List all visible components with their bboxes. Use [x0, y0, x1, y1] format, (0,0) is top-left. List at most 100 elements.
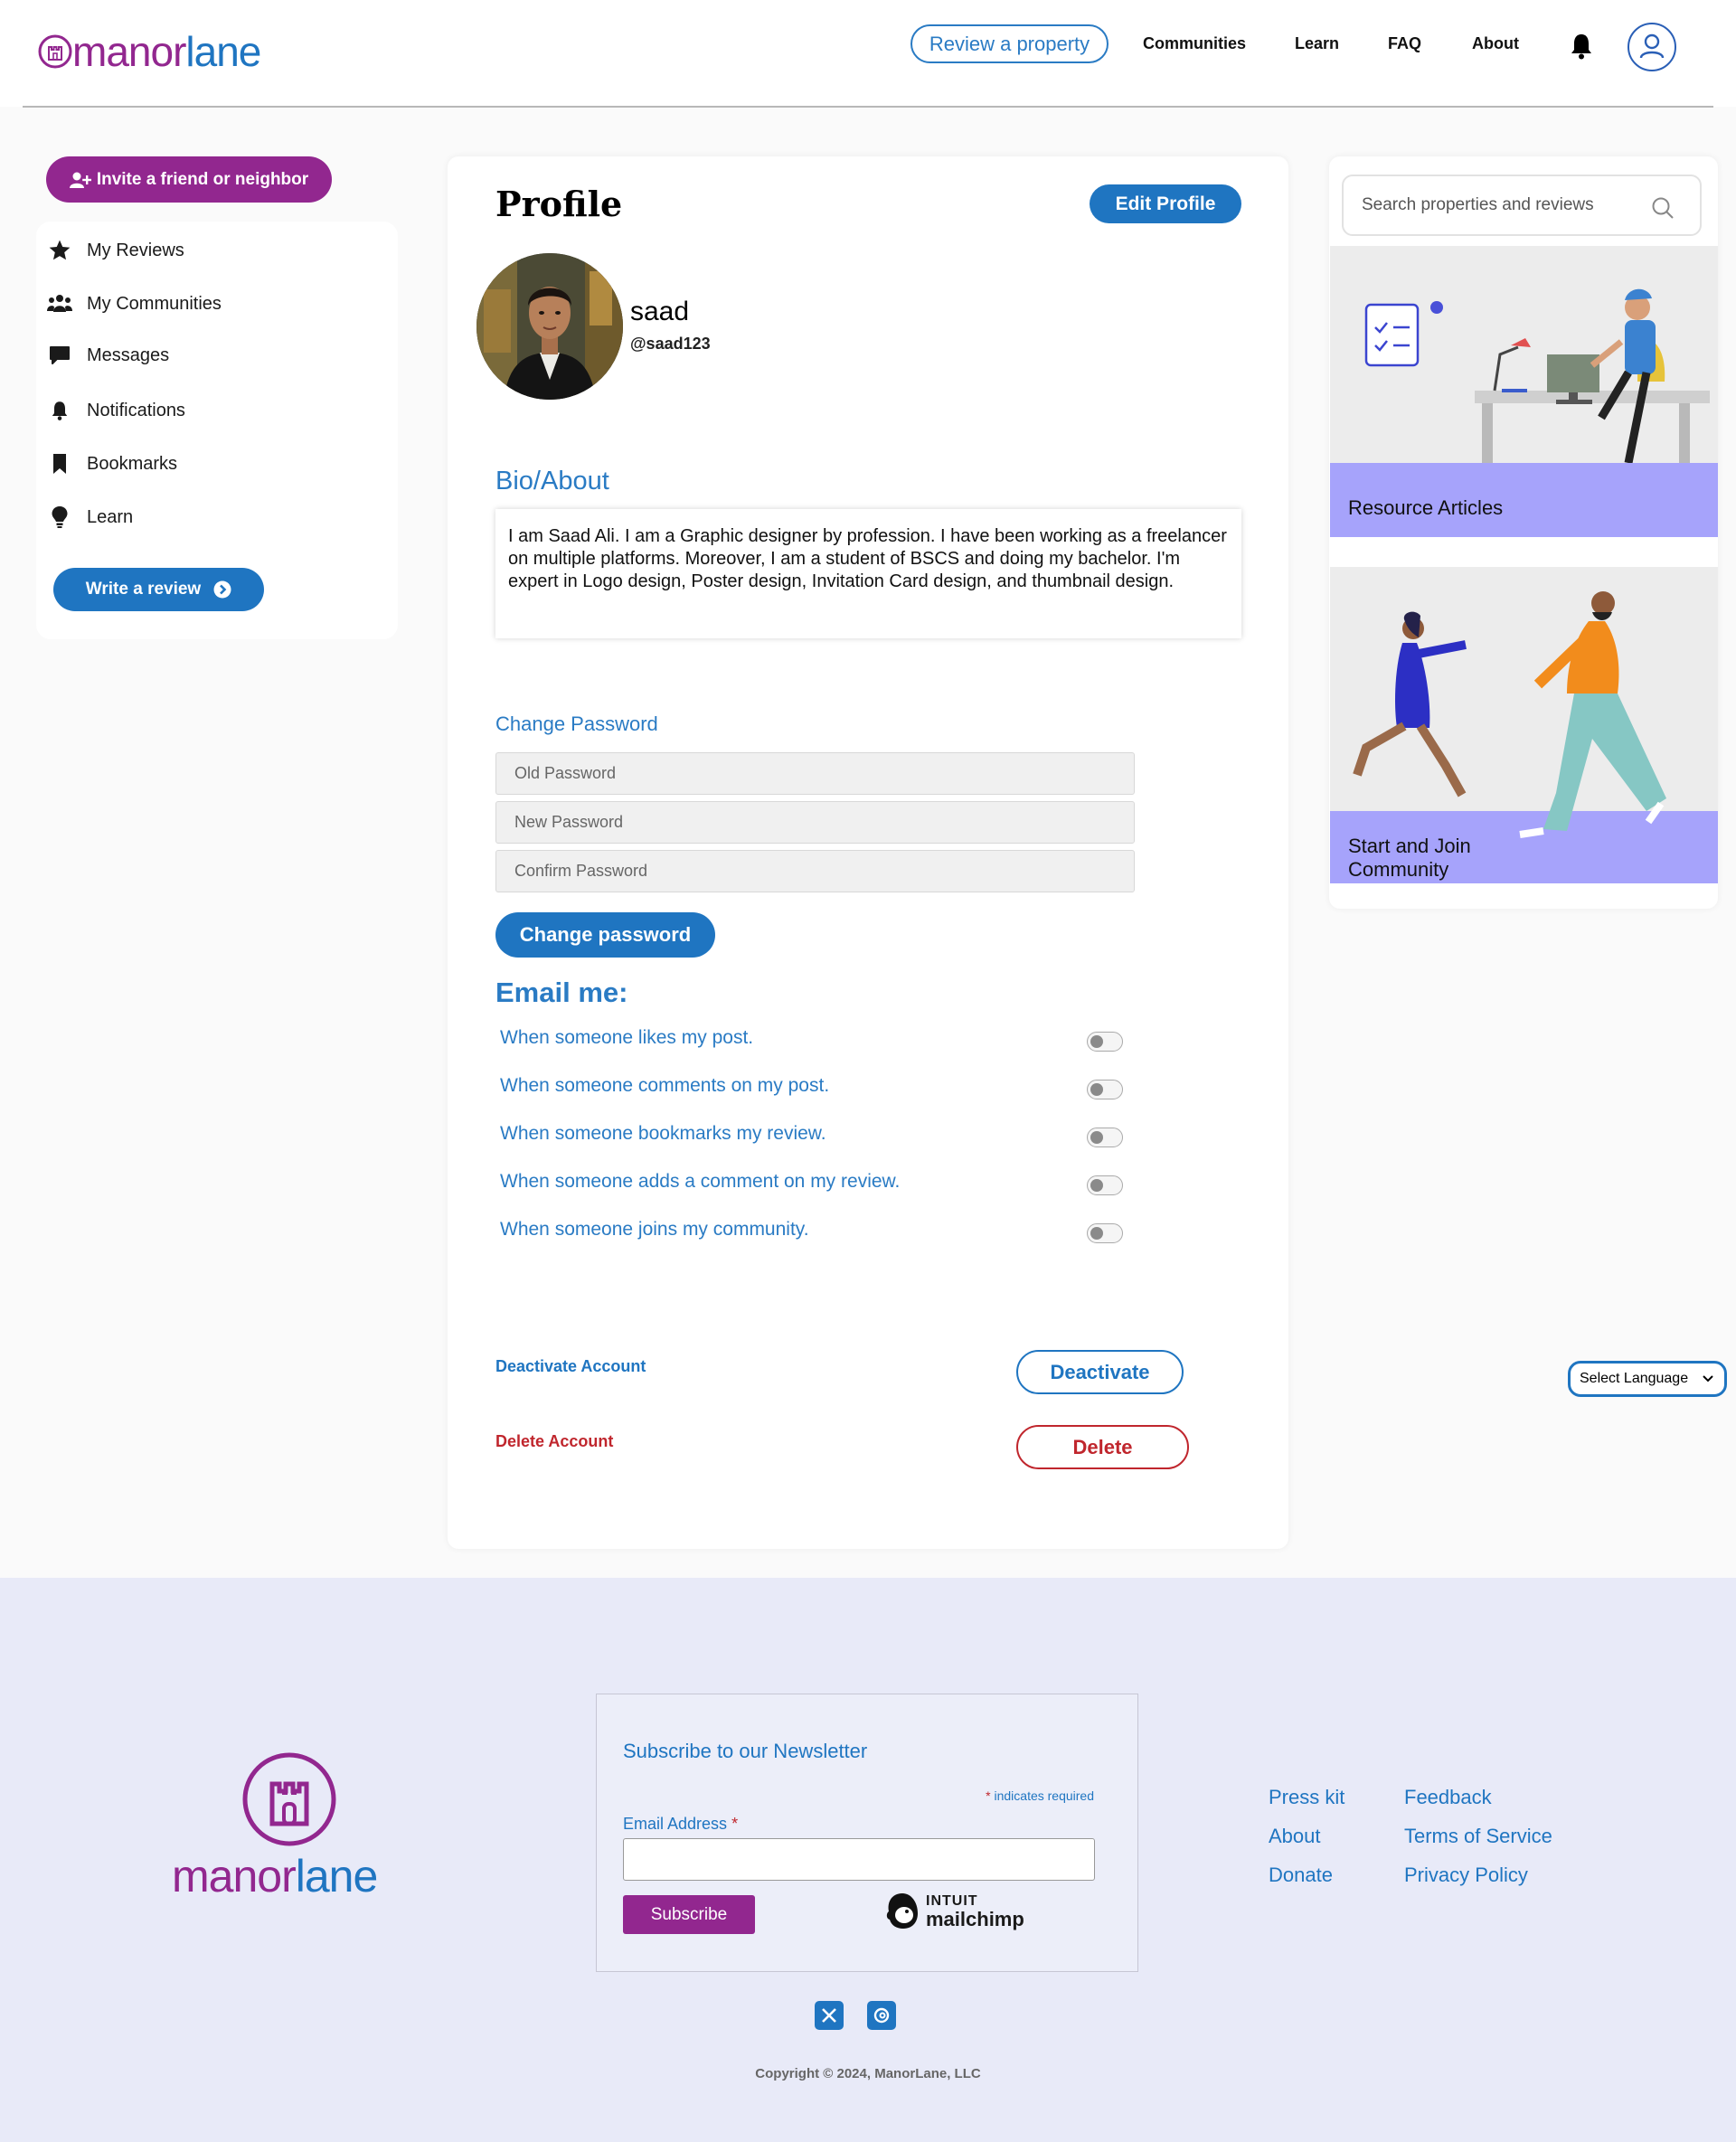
deactivate-account-label: Deactivate Account: [495, 1357, 646, 1375]
language-select[interactable]: Select Language: [1568, 1361, 1727, 1397]
sidebar-menu: My Reviews My Communities Messages Notif…: [36, 222, 398, 639]
sidebar-item-notifications[interactable]: Notifications: [45, 395, 185, 426]
language-select-value: Select Language: [1580, 1371, 1689, 1386]
email-comments-toggle[interactable]: [1087, 1080, 1123, 1099]
community-label: Start and Join Community: [1348, 835, 1471, 881]
community-card[interactable]: Start and Join Community: [1330, 567, 1718, 883]
star-icon: [45, 238, 74, 263]
desk-illustration-icon: [1330, 288, 1718, 537]
mailchimp-icon: [886, 1893, 918, 1929]
nav-learn[interactable]: Learn: [1295, 34, 1339, 53]
search-placeholder: Search properties and reviews: [1362, 195, 1594, 214]
message-icon: [45, 343, 74, 368]
logo-wordmark: manorlane: [72, 28, 261, 75]
search-input[interactable]: Search properties and reviews: [1342, 175, 1702, 236]
footer-logo-wordmark: manorlane: [172, 1851, 378, 1901]
newsletter-form: Subscribe to our Newsletter * indicates …: [596, 1694, 1138, 1972]
old-password-field[interactable]: Old Password: [495, 752, 1135, 795]
footer-logo[interactable]: manorlane: [172, 1750, 407, 1901]
header-divider: [23, 106, 1713, 108]
email-likes-toggle[interactable]: [1087, 1032, 1123, 1052]
arrow-circle-icon: [213, 580, 231, 599]
resource-articles-card[interactable]: Resource Articles: [1330, 246, 1718, 537]
sidebar-item-bookmarks[interactable]: Bookmarks: [45, 448, 177, 479]
nav-about[interactable]: About: [1472, 34, 1519, 53]
sidebar-item-my-reviews[interactable]: My Reviews: [45, 235, 184, 266]
subscribe-button[interactable]: Subscribe: [623, 1895, 755, 1934]
footer-link-privacy[interactable]: Privacy Policy: [1404, 1864, 1528, 1887]
bookmark-icon: [45, 451, 74, 477]
castle-logo-icon: [242, 1752, 336, 1846]
bell-icon: [45, 398, 74, 423]
sidebar-item-my-communities[interactable]: My Communities: [45, 288, 222, 319]
chevron-down-icon: [1703, 1375, 1713, 1382]
delete-account-label: Delete Account: [495, 1432, 614, 1450]
email-preferences-heading: Email me:: [495, 977, 628, 1008]
users-icon: [45, 291, 74, 316]
x-twitter-icon[interactable]: [815, 2001, 844, 2030]
site-header: manorlane Review a property Communities …: [0, 0, 1736, 107]
add-user-icon: [69, 172, 91, 188]
change-password-button[interactable]: Change password: [495, 912, 715, 958]
profile-handle: @saad123: [630, 335, 711, 353]
footer-link-donate[interactable]: Donate: [1269, 1864, 1333, 1887]
sidebar-item-messages[interactable]: Messages: [45, 340, 169, 371]
page-title: Profile: [495, 184, 623, 224]
sidebar-item-label: Messages: [87, 344, 170, 365]
footer-link-press-kit[interactable]: Press kit: [1269, 1786, 1344, 1809]
sidebar-item-label: Notifications: [87, 400, 185, 420]
right-sidebar: Search properties and reviews Resource A…: [1329, 156, 1718, 909]
threads-icon[interactable]: [867, 2001, 896, 2030]
email-option-label: When someone bookmarks my review.: [500, 1123, 826, 1144]
delete-button[interactable]: Delete: [1016, 1425, 1189, 1469]
edit-profile-button[interactable]: Edit Profile: [1090, 184, 1241, 223]
user-icon: [1639, 33, 1665, 59]
site-footer: manorlane Subscribe to our Newsletter * …: [0, 1578, 1736, 2142]
change-password-heading: Change Password: [495, 712, 658, 735]
search-icon[interactable]: [1651, 196, 1675, 220]
email-option-label: When someone joins my community.: [500, 1219, 809, 1240]
sidebar-item-learn[interactable]: Learn: [45, 502, 133, 533]
bell-icon[interactable]: [1569, 32, 1594, 61]
sidebar-item-label: My Communities: [87, 293, 222, 314]
nav-communities[interactable]: Communities: [1143, 34, 1246, 53]
mailchimp-wordmark: INTUIT mailchimp: [926, 1893, 1024, 1930]
email-community-join-toggle[interactable]: [1087, 1223, 1123, 1243]
deactivate-button[interactable]: Deactivate: [1016, 1350, 1184, 1394]
profile-card: Profile Edit Profile saad @saad123 Bio/A…: [448, 156, 1288, 1549]
bio-heading: Bio/About: [495, 467, 609, 495]
avatar[interactable]: [476, 253, 623, 400]
invite-label: Invite a friend or neighbor: [96, 169, 309, 189]
email-option-label: When someone likes my post.: [500, 1027, 754, 1048]
footer-link-feedback[interactable]: Feedback: [1404, 1786, 1492, 1809]
email-option-label: When someone comments on my post.: [500, 1075, 830, 1096]
sidebar-item-label: My Reviews: [87, 240, 184, 260]
profile-name: saad: [630, 297, 690, 326]
review-property-button[interactable]: Review a property: [910, 24, 1109, 63]
lightbulb-icon: [45, 505, 74, 530]
required-note: * indicates required: [986, 1788, 1094, 1803]
footer-link-about[interactable]: About: [1269, 1825, 1321, 1848]
email-bookmarks-toggle[interactable]: [1087, 1128, 1123, 1147]
email-review-comment-toggle[interactable]: [1087, 1175, 1123, 1195]
sidebar-item-label: Learn: [87, 506, 134, 527]
email-address-label: Email Address *: [623, 1815, 739, 1833]
email-option-label: When someone adds a comment on my review…: [500, 1171, 901, 1192]
newsletter-email-input[interactable]: [623, 1838, 1095, 1881]
site-logo[interactable]: manorlane: [38, 27, 261, 76]
castle-logo-icon: [38, 34, 72, 69]
newsletter-title: Subscribe to our Newsletter: [623, 1740, 868, 1762]
bio-text: I am Saad Ali. I am a Graphic designer b…: [495, 509, 1241, 638]
resource-articles-label: Resource Articles: [1348, 496, 1504, 519]
write-review-label: Write a review: [85, 580, 202, 599]
account-menu-button[interactable]: [1628, 23, 1676, 71]
confirm-password-field[interactable]: Confirm Password: [495, 850, 1135, 892]
sidebar-item-label: Bookmarks: [87, 453, 178, 474]
footer-link-terms[interactable]: Terms of Service: [1404, 1825, 1552, 1848]
copyright-text: Copyright © 2024, ManorLane, LLC: [755, 2066, 981, 2081]
mailchimp-badge[interactable]: INTUIT mailchimp: [884, 1892, 1024, 1930]
nav-faq[interactable]: FAQ: [1388, 34, 1421, 53]
new-password-field[interactable]: New Password: [495, 801, 1135, 844]
invite-friend-button[interactable]: Invite a friend or neighbor: [46, 156, 332, 203]
write-review-button[interactable]: Write a review: [53, 568, 264, 611]
